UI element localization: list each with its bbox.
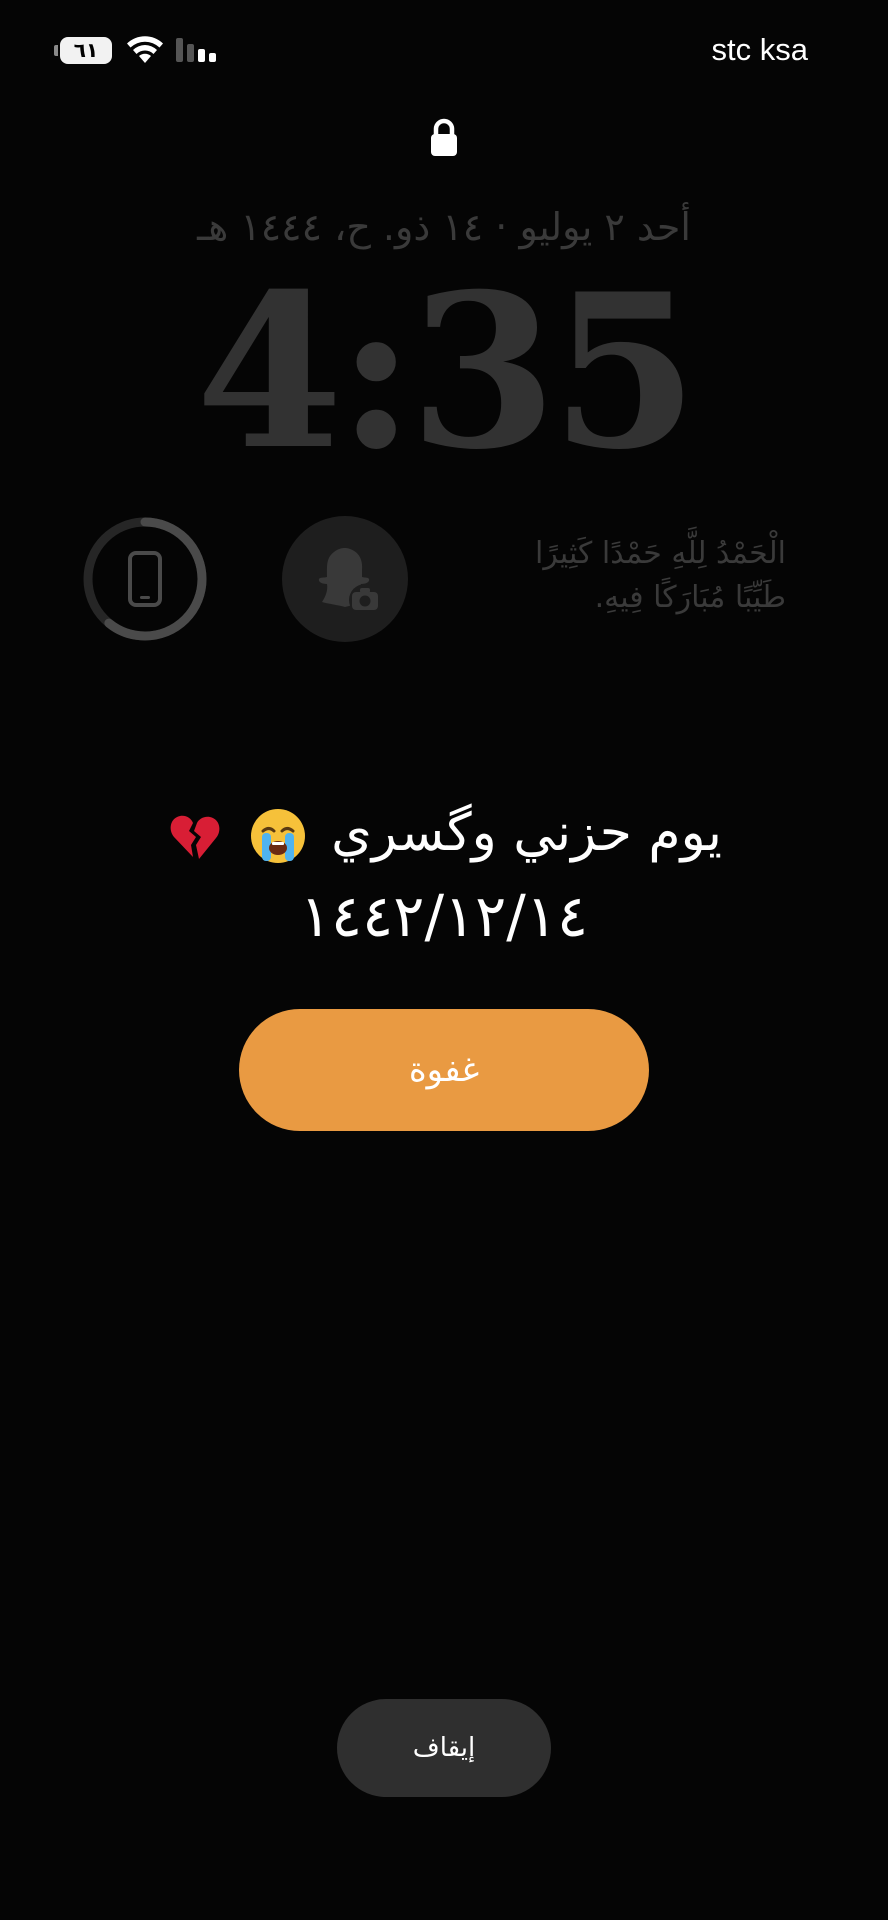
- alarm-label-text: يوم حزني وگسري: [331, 803, 722, 863]
- alarm-label: يوم حزني وگسري: [0, 793, 888, 873]
- quote-line-1: الْحَمْدُ لِلَّهِ حَمْدًا كَثِيرًا: [535, 536, 786, 571]
- lock-screen-time: 4:35: [195, 247, 699, 496]
- broken-heart-emoji: [170, 815, 220, 859]
- snooze-button[interactable]: غفوة: [239, 1009, 649, 1131]
- quote-line-2: طَيِّبًا مُبَارَكًا فِيهِ.: [594, 580, 786, 615]
- cellular-signal-icon: [176, 38, 216, 62]
- battery-level: ٦١: [73, 38, 99, 62]
- phone-battery-icon: [128, 551, 162, 607]
- battery-icon: ٦١: [60, 37, 112, 64]
- alarm-date: ١٤٤٢/١٢/١٤: [299, 882, 589, 950]
- stop-button[interactable]: إيقاف: [337, 1699, 551, 1797]
- crying-face-emoji: [250, 809, 305, 863]
- wifi-icon: [127, 36, 163, 63]
- snooze-button-label: غفوة: [408, 1050, 480, 1090]
- carrier-name: stc ksa: [711, 32, 808, 67]
- status-bar: ٦١ stc ksa: [0, 0, 888, 100]
- quote-widget[interactable]: الْحَمْدُ لِلَّهِ حَمْدًا كَثِيرًا طَيِّ…: [456, 532, 786, 620]
- battery-widget[interactable]: [82, 516, 208, 642]
- battery-cap: [54, 45, 58, 56]
- snapchat-camera-icon: [318, 548, 381, 616]
- lock-icon: [431, 118, 457, 156]
- stop-button-label: إيقاف: [412, 1733, 476, 1763]
- snapchat-widget[interactable]: [282, 516, 408, 642]
- lock-screen-date: أحد ٢ يوليو · ١٤ ذو. ح، ١٤٤٤ هـ: [197, 205, 691, 249]
